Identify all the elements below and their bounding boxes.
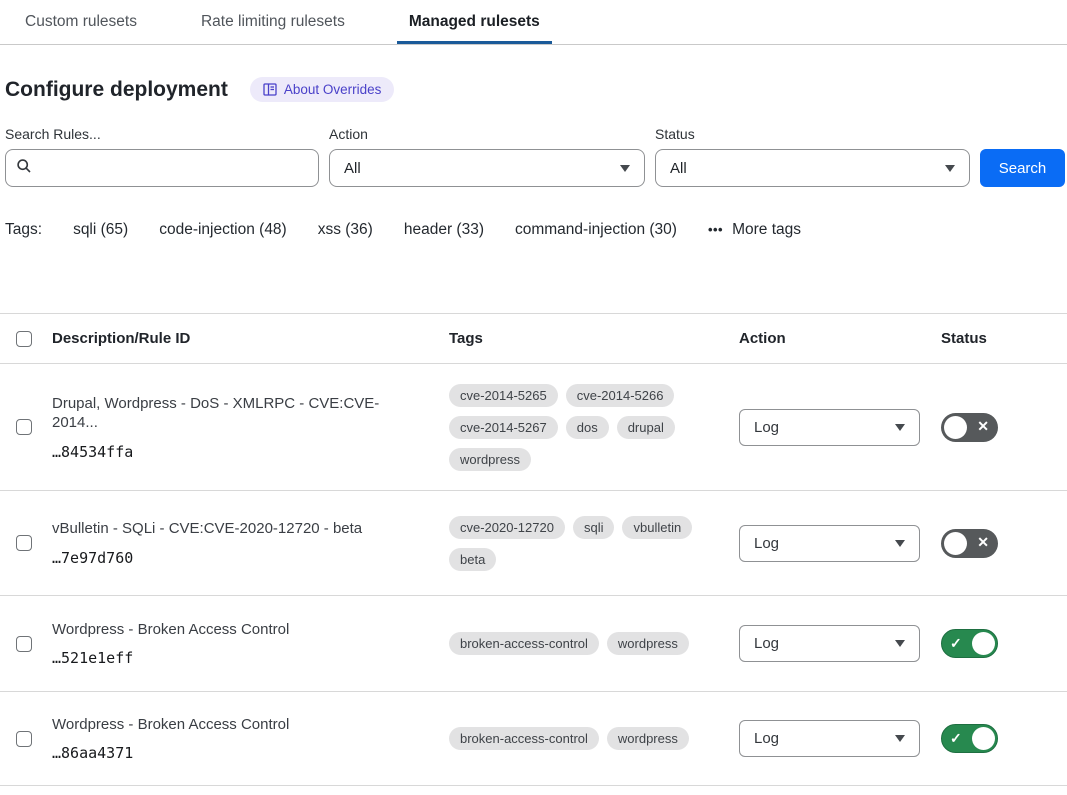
tags-bar: Tags: sqli (65) code-injection (48) xss …: [5, 221, 1067, 239]
tag-pill: beta: [449, 548, 496, 571]
row-action-select[interactable]: Log: [739, 525, 920, 562]
rule-id: …86aa4371: [52, 744, 449, 762]
rule-tags: broken-access-control wordpress: [449, 727, 701, 750]
table-row: Drupal, Wordpress - DoS - XMLRPC - CVE:C…: [0, 363, 1067, 490]
tag-pill: cve-2014-5266: [566, 384, 675, 407]
row-checkbox[interactable]: [16, 419, 32, 435]
action-filter-field: Action All: [329, 126, 645, 187]
row-action-value: Log: [754, 730, 779, 747]
about-overrides-badge[interactable]: About Overrides: [250, 77, 395, 102]
more-tags-label: More tags: [732, 221, 801, 239]
row-checkbox[interactable]: [16, 731, 32, 747]
row-action-value: Log: [754, 419, 779, 436]
row-checkbox[interactable]: [16, 636, 32, 652]
rule-tags: cve-2020-12720 sqli vbulletin beta: [449, 516, 701, 571]
tag-link-code-injection[interactable]: code-injection (48): [159, 221, 287, 239]
table-row: Wordpress - Broken Access Control …86aa4…: [0, 691, 1067, 786]
status-toggle[interactable]: [941, 529, 998, 558]
table-header-row: Description/Rule ID Tags Action Status: [0, 313, 1067, 363]
row-action-select[interactable]: Log: [739, 625, 920, 662]
select-all-checkbox[interactable]: [16, 331, 32, 347]
page-header: Configure deployment About Overrides: [5, 77, 1067, 102]
table-row: Wordpress - Broken Access Control …521e1…: [0, 595, 1067, 691]
row-checkbox[interactable]: [16, 535, 32, 551]
more-tags-button[interactable]: More tags: [708, 221, 801, 239]
filters-row: Search Rules... Action All Status All Se…: [5, 126, 1067, 187]
status-toggle[interactable]: [941, 724, 998, 753]
chevron-down-icon: [945, 165, 955, 172]
row-action-value: Log: [754, 635, 779, 652]
column-header-description: Description/Rule ID: [52, 330, 449, 347]
rule-tags: broken-access-control wordpress: [449, 632, 701, 655]
action-filter-select[interactable]: All: [329, 149, 645, 187]
page-title: Configure deployment: [5, 78, 228, 102]
rule-description: Wordpress - Broken Access Control: [52, 715, 449, 735]
tag-link-xss[interactable]: xss (36): [318, 221, 373, 239]
rule-id: …7e97d760: [52, 549, 449, 567]
tag-pill: broken-access-control: [449, 727, 599, 750]
toggle-knob: [972, 727, 995, 750]
table-row: vBulletin - SQLi - CVE:CVE-2020-12720 - …: [0, 490, 1067, 595]
tab-managed-rulesets[interactable]: Managed rulesets: [397, 0, 552, 44]
rule-description: Drupal, Wordpress - DoS - XMLRPC - CVE:C…: [52, 394, 449, 433]
tag-link-sqli[interactable]: sqli (65): [73, 221, 128, 239]
column-header-action: Action: [739, 330, 941, 347]
tag-pill: cve-2014-5265: [449, 384, 558, 407]
search-button[interactable]: Search: [980, 149, 1065, 187]
ellipsis-icon: [708, 221, 723, 239]
chevron-down-icon: [895, 640, 905, 647]
status-filter-value: All: [670, 160, 687, 177]
ruleset-tabbar: Custom rulesets Rate limiting rulesets M…: [0, 0, 1067, 45]
rule-description: vBulletin - SQLi - CVE:CVE-2020-12720 - …: [52, 519, 449, 539]
toggle-knob: [944, 532, 967, 555]
tag-pill: wordpress: [449, 448, 531, 471]
chevron-down-icon: [895, 735, 905, 742]
tag-pill: vbulletin: [622, 516, 692, 539]
search-label: Search Rules...: [5, 126, 319, 142]
book-icon: [263, 83, 277, 96]
status-filter-select[interactable]: All: [655, 149, 970, 187]
tab-rate-limiting-rulesets[interactable]: Rate limiting rulesets: [189, 0, 357, 44]
action-filter-label: Action: [329, 126, 645, 142]
tag-pill: drupal: [617, 416, 675, 439]
tag-pill: sqli: [573, 516, 615, 539]
tag-pill: wordpress: [607, 632, 689, 655]
row-action-select[interactable]: Log: [739, 720, 920, 757]
tag-pill: cve-2020-12720: [449, 516, 565, 539]
tag-link-header[interactable]: header (33): [404, 221, 484, 239]
tag-pill: broken-access-control: [449, 632, 599, 655]
status-filter-label: Status: [655, 126, 970, 142]
tag-link-command-injection[interactable]: command-injection (30): [515, 221, 677, 239]
rules-table: Description/Rule ID Tags Action Status D…: [0, 313, 1067, 786]
rule-id: …84534ffa: [52, 443, 449, 461]
chevron-down-icon: [895, 540, 905, 547]
row-action-value: Log: [754, 535, 779, 552]
column-header-tags: Tags: [449, 330, 739, 347]
search-rules-input[interactable]: [40, 160, 308, 177]
toggle-knob: [972, 632, 995, 655]
row-action-select[interactable]: Log: [739, 409, 920, 446]
tag-pill: dos: [566, 416, 609, 439]
toggle-knob: [944, 416, 967, 439]
tag-pill: cve-2014-5267: [449, 416, 558, 439]
search-input-box[interactable]: [5, 149, 319, 187]
action-filter-value: All: [344, 160, 361, 177]
tags-bar-label: Tags:: [5, 221, 42, 239]
rule-tags: cve-2014-5265 cve-2014-5266 cve-2014-526…: [449, 384, 701, 471]
chevron-down-icon: [895, 424, 905, 431]
chevron-down-icon: [620, 165, 630, 172]
tab-custom-rulesets[interactable]: Custom rulesets: [13, 0, 149, 44]
rule-id: …521e1eff: [52, 649, 449, 667]
status-toggle[interactable]: [941, 629, 998, 658]
column-header-status: Status: [941, 330, 1067, 347]
rule-description: Wordpress - Broken Access Control: [52, 620, 449, 640]
status-toggle[interactable]: [941, 413, 998, 442]
about-overrides-label: About Overrides: [284, 82, 382, 97]
search-icon: [16, 158, 32, 179]
status-filter-field: Status All: [655, 126, 970, 187]
search-field: Search Rules...: [5, 126, 319, 187]
tag-pill: wordpress: [607, 727, 689, 750]
